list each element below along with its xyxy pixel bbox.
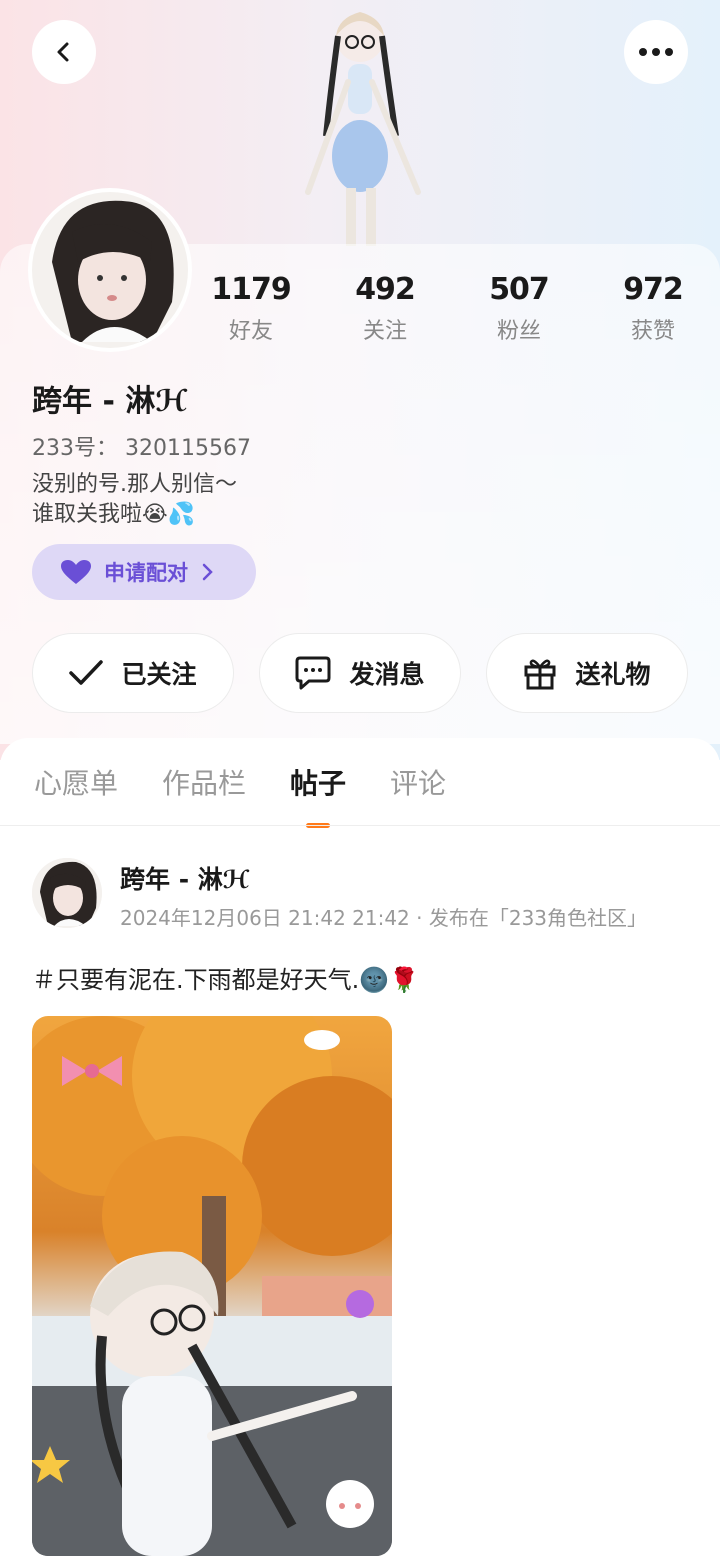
stat-likes[interactable]: 972 获赞 bbox=[586, 272, 720, 345]
gift-icon bbox=[524, 659, 556, 690]
stat-label: 关注 bbox=[362, 319, 407, 344]
stat-following[interactable]: 492 关注 bbox=[318, 272, 452, 345]
avatar-photo bbox=[32, 192, 188, 348]
stat-value: 1179 bbox=[211, 272, 292, 307]
send-gift-label: 送礼物 bbox=[575, 660, 651, 689]
stat-value: 507 bbox=[489, 272, 550, 307]
post-image[interactable] bbox=[32, 1016, 392, 1556]
bio-line: 谁取关我啦😭💦 bbox=[32, 502, 196, 527]
profile-tabs: 心愿单 作品栏 帖子 评论 bbox=[34, 762, 490, 828]
send-message-button[interactable]: 发消息 bbox=[259, 633, 461, 713]
post-avatar-photo bbox=[32, 858, 102, 928]
profile-name: 跨年 - 淋ℋ bbox=[32, 384, 188, 419]
stat-label: 获赞 bbox=[630, 319, 675, 344]
profile-uid: 233号： 320115567 bbox=[32, 436, 251, 461]
apply-pair-button[interactable]: 申请配对 bbox=[32, 544, 256, 600]
heart-icon bbox=[61, 560, 91, 584]
post-author-name[interactable]: 跨年 - 淋ℋ bbox=[120, 860, 250, 896]
chat-bubble-icon bbox=[295, 656, 331, 690]
followed-label: 已关注 bbox=[121, 660, 197, 689]
stat-followers[interactable]: 507 粉丝 bbox=[452, 272, 586, 345]
stat-friends[interactable]: 1179 好友 bbox=[184, 272, 318, 345]
back-button[interactable] bbox=[32, 20, 96, 84]
divider bbox=[0, 825, 720, 826]
action-buttons: 已关注 发消息 送礼物 bbox=[32, 633, 688, 713]
send-gift-button[interactable]: 送礼物 bbox=[486, 633, 688, 713]
avatar-3d-figure[interactable] bbox=[290, 6, 430, 246]
post-meta: 2024年12月06日 21:42 21:42 · 发布在「233角色社区」 bbox=[120, 906, 648, 930]
more-dots-icon bbox=[639, 48, 673, 56]
tab-works[interactable]: 作品栏 bbox=[162, 762, 246, 802]
post-image-illustration bbox=[32, 1016, 392, 1556]
followed-button[interactable]: 已关注 bbox=[32, 633, 234, 713]
post-author-avatar[interactable] bbox=[32, 858, 102, 928]
post-text[interactable]: ＃只要有泥在.下雨都是好天气.🌚🌹 bbox=[32, 960, 419, 995]
chevron-left-icon bbox=[57, 42, 69, 62]
stat-label: 好友 bbox=[228, 319, 273, 344]
avatar[interactable] bbox=[32, 192, 188, 348]
stat-value: 492 bbox=[355, 272, 416, 307]
chevron-right-icon bbox=[202, 563, 213, 581]
stat-label: 粉丝 bbox=[496, 319, 541, 344]
bio-line: 没别的号.那人别信～ bbox=[32, 472, 237, 497]
content-panel: 心愿单 作品栏 帖子 评论 跨年 - 淋ℋ 2024年12月06日 21:42 … bbox=[0, 738, 720, 1556]
profile-bio: 没别的号.那人别信～ 谁取关我啦😭💦 bbox=[32, 470, 237, 530]
tab-wishlist[interactable]: 心愿单 bbox=[34, 762, 118, 802]
apply-pair-label: 申请配对 bbox=[104, 561, 188, 585]
tab-posts[interactable]: 帖子 bbox=[290, 762, 346, 828]
stat-value: 972 bbox=[623, 272, 684, 307]
check-icon bbox=[69, 660, 104, 685]
more-options-button[interactable] bbox=[624, 20, 688, 84]
tab-comments[interactable]: 评论 bbox=[390, 762, 446, 802]
profile-stats: 1179 好友 492 关注 507 粉丝 972 获赞 bbox=[184, 272, 720, 345]
send-message-label: 发消息 bbox=[349, 660, 425, 689]
